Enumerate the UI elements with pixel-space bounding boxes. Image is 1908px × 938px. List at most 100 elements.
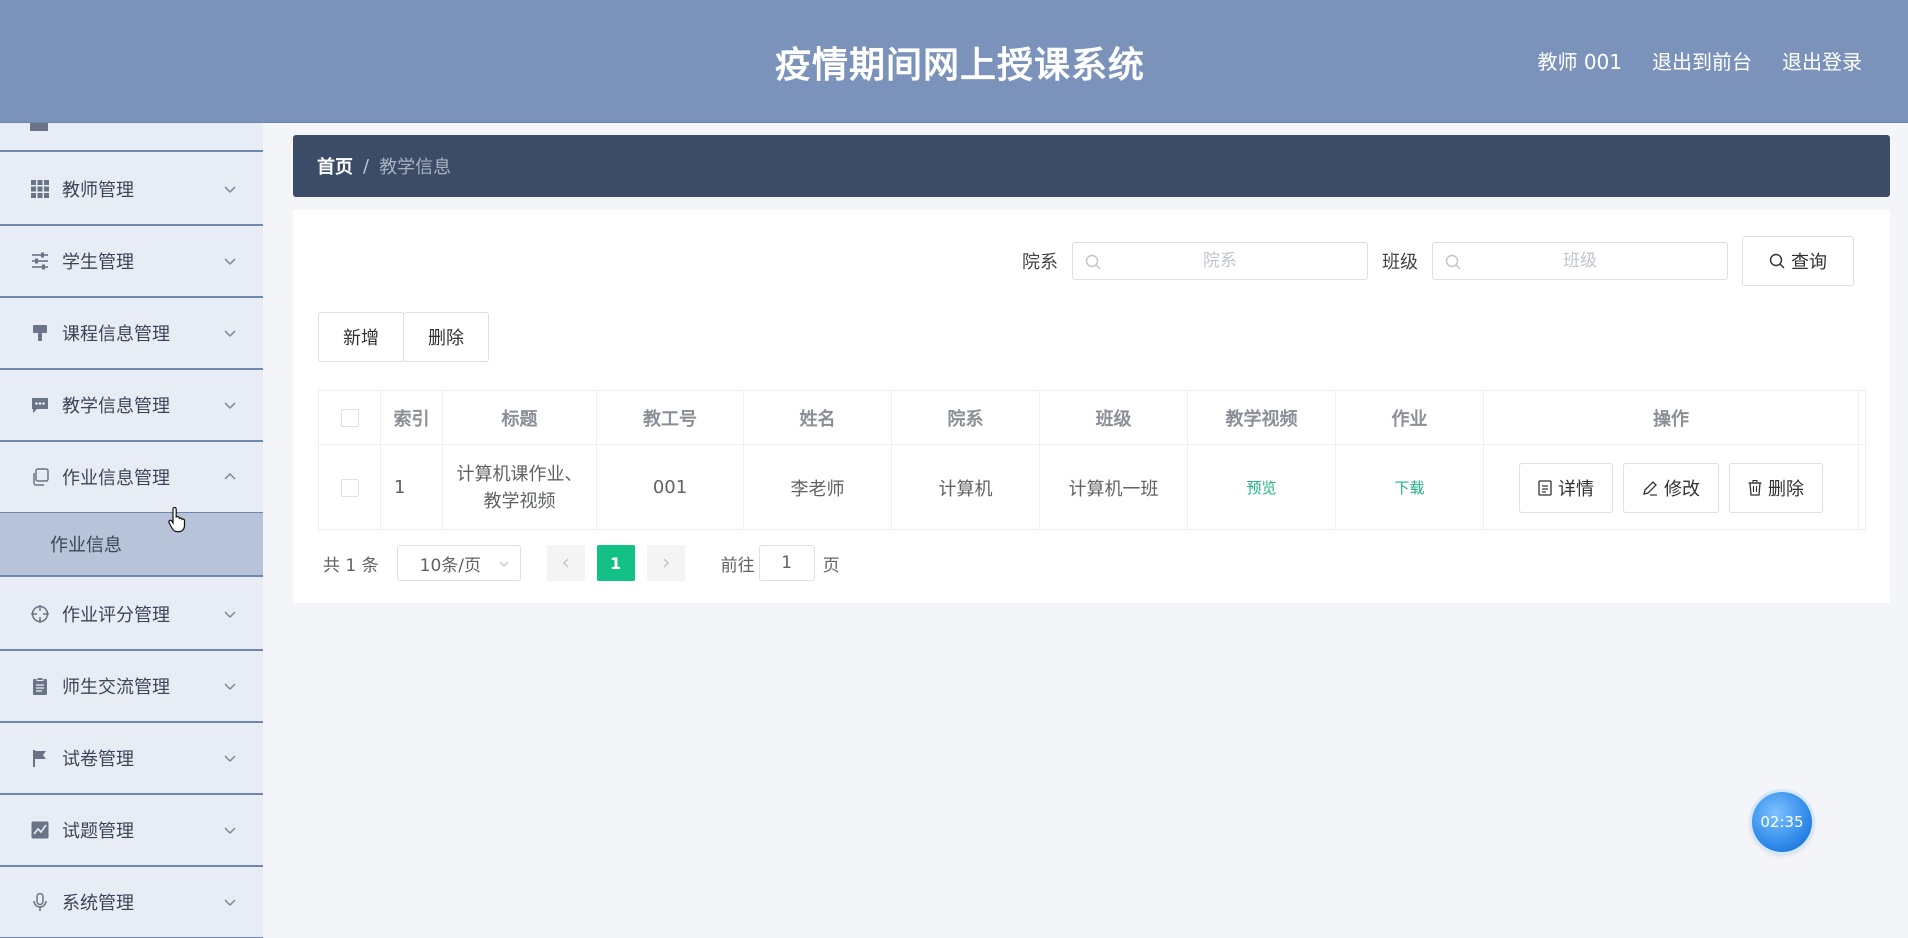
search-icon	[1445, 254, 1461, 270]
select-all-checkbox[interactable]	[340, 408, 359, 427]
search-icon	[1769, 253, 1785, 269]
sidebar-menu: 教师管理 学生管理 课程信息管理 教学信息管理 作业信息管理 作业信息 作业评分…	[0, 123, 263, 938]
chevron-down-icon	[224, 258, 236, 265]
page-size-select[interactable]: 10条/页	[396, 545, 521, 581]
row-checkbox[interactable]	[340, 478, 359, 497]
chevron-right-icon	[663, 558, 669, 568]
sidebar-item-label: 课程信息管理	[62, 324, 170, 345]
page-unit-label: 页	[822, 555, 840, 576]
search-icon	[1085, 254, 1101, 270]
header-select-all	[319, 391, 381, 444]
dept-search-input[interactable]	[1073, 243, 1367, 279]
sidebar-item-personal-center[interactable]	[0, 123, 263, 152]
dept-label: 院系	[1022, 252, 1058, 273]
sidebar-item-teacher-management[interactable]: 教师管理	[0, 154, 263, 226]
cell-name: 李老师	[744, 446, 892, 529]
column-header: 索引	[381, 391, 443, 444]
column-header: 姓名	[744, 391, 892, 444]
page-number-current[interactable]: 1	[596, 545, 635, 581]
flag-icon	[30, 748, 50, 768]
prev-page-button[interactable]	[546, 545, 585, 581]
sidebar-item-student-management[interactable]: 学生管理	[0, 226, 263, 298]
document-icon	[1538, 479, 1552, 496]
class-search-input[interactable]	[1433, 243, 1727, 279]
sidebar-item-teaching-info[interactable]: 教学信息管理	[0, 370, 263, 442]
cell-dept: 计算机	[892, 446, 1040, 529]
dept-search-field	[1072, 242, 1368, 280]
sidebar-item-course-info[interactable]: 课程信息管理	[0, 298, 263, 370]
add-button[interactable]: 新增	[318, 312, 404, 362]
breadcrumb-home[interactable]: 首页	[317, 153, 353, 179]
floating-timer[interactable]: 02:35	[1752, 792, 1812, 852]
chevron-down-icon	[499, 561, 509, 567]
batch-delete-button[interactable]: 删除	[403, 312, 489, 362]
goto-label: 前往	[720, 555, 755, 576]
cell-teacher-no: 001	[597, 446, 744, 529]
cell-video: 预览	[1188, 446, 1336, 529]
chat-icon	[30, 395, 50, 415]
current-user[interactable]: 教师 001	[1537, 46, 1622, 75]
sidebar-item-grading[interactable]: 作业评分管理	[0, 579, 263, 651]
sliders-icon	[30, 251, 50, 271]
chart-icon	[30, 820, 50, 840]
sidebar-item-label: 作业评分管理	[62, 605, 170, 626]
column-header: 教学视频	[1188, 391, 1336, 444]
breadcrumb-separator: /	[363, 155, 370, 177]
trash-icon	[1748, 479, 1762, 496]
chevron-down-icon	[224, 827, 236, 834]
breadcrumb: 首页 / 教学信息	[293, 135, 1890, 197]
sidebar-item-label: 试卷管理	[62, 749, 134, 770]
hand-cursor-icon	[168, 507, 186, 533]
sidebar-item-question-bank[interactable]: 试题管理	[0, 795, 263, 867]
query-button-label: 查询	[1791, 252, 1827, 273]
column-header: 标题	[443, 391, 597, 444]
delete-button[interactable]: 删除	[1729, 462, 1823, 513]
detail-button[interactable]: 详情	[1519, 462, 1613, 513]
chevron-left-icon	[562, 558, 569, 568]
delete-button-label: 删除	[1768, 478, 1804, 500]
next-page-button[interactable]	[646, 545, 685, 581]
chevron-down-icon	[224, 186, 236, 193]
logout-link[interactable]: 退出登录	[1782, 46, 1862, 75]
sidebar-item-label: 教学信息管理	[62, 396, 170, 417]
cell-homework: 下载	[1336, 446, 1484, 529]
column-header: 班级	[1040, 391, 1188, 444]
sidebar-item-homework-info[interactable]: 作业信息管理	[0, 442, 263, 514]
sidebar-item-system[interactable]: 系统管理	[0, 867, 263, 938]
edit-button[interactable]: 修改	[1623, 462, 1719, 513]
chevron-down-icon	[224, 683, 236, 690]
search-form: 院系 班级 查询	[1022, 236, 1854, 286]
video-preview-link[interactable]: 预览	[1246, 477, 1276, 498]
exit-to-frontend-link[interactable]: 退出到前台	[1652, 46, 1752, 75]
sidebar-subitem-homework[interactable]: 作业信息	[0, 513, 263, 577]
mic-icon	[30, 892, 50, 912]
pagination: 共 1 条 10条/页 1 前往 页	[323, 545, 840, 581]
sidebar-item-exam-paper[interactable]: 试卷管理	[0, 723, 263, 795]
cell-class: 计算机一班	[1040, 446, 1188, 529]
chevron-down-icon	[224, 899, 236, 906]
grid-icon	[30, 179, 50, 199]
teaching-info-table: 索引 标题 教工号 姓名 院系 班级 教学视频 作业 操作 1 计算机课作业、教…	[318, 390, 1866, 530]
chevron-down-icon	[224, 402, 236, 409]
class-label: 班级	[1382, 252, 1418, 273]
edit-icon	[1643, 480, 1657, 496]
query-button[interactable]: 查询	[1742, 236, 1854, 286]
homework-download-link[interactable]: 下载	[1394, 477, 1424, 498]
target-icon	[30, 604, 50, 624]
breadcrumb-current: 教学信息	[379, 157, 452, 178]
edit-button-label: 修改	[1664, 478, 1700, 500]
goto-page-input[interactable]	[758, 545, 815, 581]
sidebar-item-label: 师生交流管理	[62, 677, 170, 698]
user-nav: 教师 001 退出到前台 退出登录	[1537, 46, 1862, 75]
sidebar-subitem-label: 作业信息	[50, 535, 122, 556]
detail-button-label: 详情	[1558, 478, 1594, 500]
column-header: 院系	[892, 391, 1040, 444]
clipboard-icon	[30, 676, 50, 696]
sidebar-item-label: 学生管理	[62, 252, 134, 273]
chevron-down-icon	[224, 755, 236, 762]
table-row: 1 计算机课作业、教学视频 001 李老师 计算机 计算机一班 预览 下载 详情…	[319, 446, 1865, 529]
column-header: 操作	[1484, 391, 1859, 444]
cell-operations: 详情 修改 删除	[1484, 446, 1859, 529]
chevron-down-icon	[224, 330, 236, 337]
sidebar-item-communication[interactable]: 师生交流管理	[0, 651, 263, 723]
